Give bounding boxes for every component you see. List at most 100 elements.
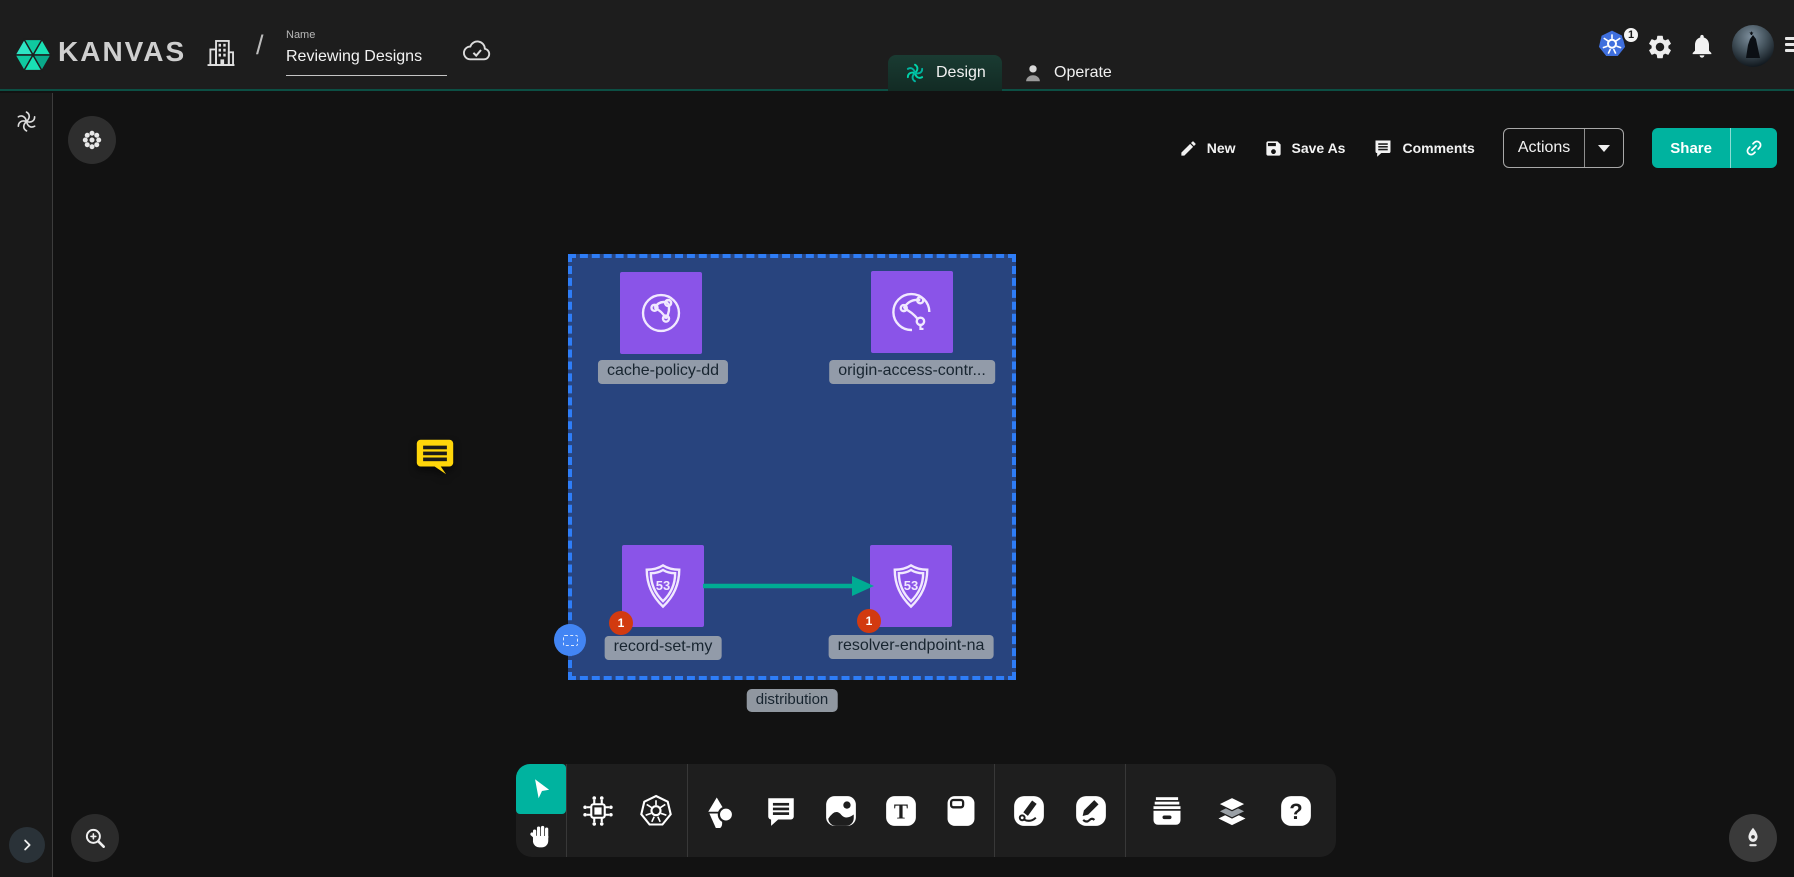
new-button-label: New (1207, 140, 1236, 156)
group-select-handle[interactable] (554, 624, 586, 656)
actions-dropdown-toggle[interactable] (1585, 129, 1623, 167)
route53-shield-icon: 53 (885, 560, 937, 612)
actions-split-button[interactable]: Actions (1503, 128, 1624, 168)
component-tool[interactable] (580, 793, 616, 829)
canvas-menu-button[interactable] (68, 116, 116, 164)
app-header: KANVAS / Name Reviewing Designs (0, 0, 1794, 91)
text-tool[interactable]: T (884, 794, 918, 828)
kubernetes-tool[interactable] (638, 793, 674, 829)
comment-icon (1373, 138, 1393, 158)
error-count-badge[interactable]: 1 (609, 611, 633, 635)
group-select-icon (563, 635, 578, 646)
pen-tool[interactable] (1012, 794, 1046, 828)
tools-toolbar: T (516, 764, 1336, 857)
caret-down-icon (1598, 145, 1610, 152)
svg-text:T: T (894, 799, 908, 823)
link-icon (1743, 137, 1765, 159)
node-origin-access-control[interactable] (871, 271, 953, 353)
hand-tool[interactable] (516, 814, 566, 857)
cursor-tool-icon (528, 776, 554, 802)
node-cache-policy[interactable] (620, 272, 702, 354)
group-label: distribution (747, 689, 838, 712)
kubernetes-context-button[interactable]: 1 (1596, 28, 1640, 66)
design-action-bar: New Save As Comments Actions (1179, 128, 1777, 168)
save-as-button-label: Save As (1292, 140, 1346, 156)
svg-text:?: ? (1289, 798, 1302, 823)
help-tool[interactable]: ? (1279, 794, 1313, 828)
zoom-in-button[interactable] (71, 814, 119, 862)
tab-design-label: Design (936, 64, 986, 82)
actions-button-label[interactable]: Actions (1504, 129, 1584, 167)
edge-record-to-resolver[interactable] (700, 571, 880, 601)
share-split-button[interactable]: Share (1652, 128, 1777, 168)
node-resolver-endpoint[interactable]: 53 (870, 545, 952, 627)
pen-tool-icon (1012, 794, 1046, 828)
pen-nib-icon (1740, 825, 1766, 851)
save-as-button[interactable]: Save As (1264, 139, 1346, 158)
shapes-tool[interactable] (704, 794, 738, 828)
shapes-tool-icon (704, 794, 738, 828)
svg-text:53: 53 (656, 578, 670, 593)
swirl-icon[interactable] (14, 109, 39, 134)
component-tool-icon (580, 793, 616, 829)
frame-tool-icon (944, 794, 978, 828)
comment-marker-icon[interactable] (412, 433, 458, 479)
design-name-field[interactable]: Name Reviewing Designs (286, 29, 447, 76)
building-icon[interactable] (204, 36, 238, 70)
pointer-tools-column (516, 764, 566, 857)
image-tool[interactable] (824, 794, 858, 828)
node-label: resolver-endpoint-na (829, 635, 994, 659)
utility-tools-section: ? (1126, 764, 1336, 857)
save-icon (1264, 139, 1283, 158)
node-label: origin-access-contr... (829, 360, 995, 384)
gear-icon[interactable] (1646, 33, 1674, 61)
cloud-saved-icon (461, 37, 493, 63)
image-tool-icon (824, 794, 858, 828)
kubernetes-context-count-badge: 1 (1622, 26, 1640, 44)
comments-button[interactable]: Comments (1373, 138, 1474, 158)
comment-tool[interactable] (764, 794, 798, 828)
drawer-tool[interactable] (1149, 793, 1185, 829)
tab-operate-label: Operate (1054, 64, 1112, 82)
node-record-set[interactable]: 53 (622, 545, 704, 627)
sidebar-expand-button[interactable] (9, 827, 45, 863)
node-label: cache-policy-dd (598, 360, 728, 384)
tab-operate[interactable]: Operate (1006, 55, 1128, 91)
error-count-badge[interactable]: 1 (857, 609, 881, 633)
flower-icon (79, 127, 105, 153)
pencil-tool[interactable] (1074, 794, 1108, 828)
drawer-tool-icon (1149, 793, 1185, 829)
globe-network-icon (886, 286, 938, 338)
operate-tab-icon (1022, 62, 1044, 84)
copy-link-button[interactable] (1731, 128, 1777, 168)
cursor-tool[interactable] (516, 764, 566, 814)
left-sidebar (0, 93, 53, 877)
tab-design[interactable]: Design (888, 55, 1002, 91)
share-button-label[interactable]: Share (1652, 128, 1730, 168)
design-tab-icon (904, 62, 926, 84)
annotation-tools-section: T (688, 764, 994, 857)
new-button[interactable]: New (1179, 139, 1236, 158)
breadcrumb-separator: / (256, 30, 264, 61)
kanvas-app: KANVAS / Name Reviewing Designs (0, 0, 1794, 877)
app-logo-wordmark[interactable]: KANVAS (58, 36, 186, 68)
design-name-input[interactable]: Reviewing Designs (286, 48, 447, 76)
bell-icon[interactable] (1688, 32, 1716, 60)
hand-tool-icon (528, 823, 554, 849)
annotate-pen-button[interactable] (1729, 814, 1777, 862)
text-tool-icon: T (884, 794, 918, 828)
frame-tool[interactable] (944, 794, 978, 828)
comments-button-label: Comments (1402, 140, 1474, 156)
layers-tool[interactable] (1214, 793, 1250, 829)
svg-text:53: 53 (904, 578, 918, 593)
design-name-label: Name (286, 29, 447, 41)
chevron-right-icon (18, 836, 36, 854)
hamburger-icon[interactable] (1785, 37, 1794, 55)
avatar[interactable] (1732, 25, 1774, 67)
route53-shield-icon: 53 (637, 560, 689, 612)
logo-hexagon-icon[interactable] (13, 33, 53, 77)
selection-region[interactable]: 53 53 1 1 cache-policy-dd origin-access-… (568, 254, 1016, 680)
node-label: record-set-my (605, 636, 722, 660)
infra-tools-section (567, 764, 687, 857)
zoom-in-icon (82, 825, 108, 851)
